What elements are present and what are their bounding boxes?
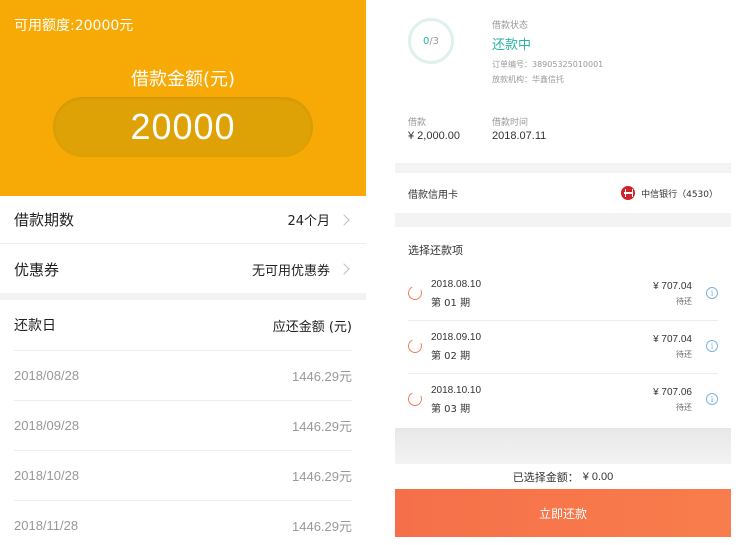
term-value: 24个月 xyxy=(287,214,330,229)
info-icon[interactable]: i xyxy=(706,393,718,405)
installment-amount: ¥ 707.04 xyxy=(653,281,692,292)
radio-icon[interactable] xyxy=(406,337,424,355)
installment-date: 2018.09.10 xyxy=(431,332,482,343)
lending-institution: 放款机构：华鑫信托 xyxy=(492,75,564,84)
loan-time-label: 借款时间 xyxy=(492,118,529,128)
chevron-right-icon xyxy=(338,263,350,275)
progress-ring: 0/3 xyxy=(408,18,454,64)
schedule-header: 还款日 应还金额 (元) xyxy=(0,300,366,350)
radio-icon[interactable] xyxy=(406,284,424,302)
installment-status: 待还 xyxy=(676,297,692,306)
bank-logo-icon xyxy=(621,186,636,200)
installment-period: 第 03 期 xyxy=(431,404,471,415)
info-icon[interactable]: i xyxy=(706,287,718,299)
divider xyxy=(395,163,731,173)
installment-date: 2018.08.10 xyxy=(431,279,482,290)
divider xyxy=(395,213,731,227)
schedule-row: 2018/10/28 1446.29元 xyxy=(14,450,352,500)
coupon-label: 优惠券 xyxy=(14,260,60,279)
amount-header: 可用额度:20000元 借款金额(元) 20000 xyxy=(0,0,366,196)
schedule-amount: 1446.29元 xyxy=(292,519,352,534)
coupon-row[interactable]: 优惠券 无可用优惠券 xyxy=(0,245,366,293)
radio-icon[interactable] xyxy=(406,390,424,408)
loan-time-value: 2018.07.11 xyxy=(492,130,547,142)
loan-time: 借款时间 2018.07.11 xyxy=(492,115,546,142)
repay-now-button[interactable]: 立即还款 xyxy=(395,489,731,537)
schedule-date: 2018/08/28 xyxy=(14,368,80,383)
installment-date: 2018.10.10 xyxy=(431,385,482,396)
installment-status: 待还 xyxy=(676,403,692,412)
credit-card-row[interactable]: 借款信用卡 中信银行 （4530） xyxy=(395,173,731,213)
installment-item[interactable]: 2018.10.10 第 03 期 ¥ 707.06 待还 i xyxy=(406,374,718,427)
amount-column-header: 应还金额 (元) xyxy=(272,319,352,335)
loan-amount-label: 借款 xyxy=(408,118,427,128)
installment-amount: ¥ 707.06 xyxy=(653,387,692,398)
chevron-right-icon xyxy=(338,213,350,226)
amount-label: 借款金额(元) xyxy=(130,69,236,90)
installment-item[interactable]: 2018.08.10 第 01 期 ¥ 707.04 待还 i xyxy=(406,268,718,321)
loan-amount-value: ¥ 2,000.00 xyxy=(408,130,460,142)
schedule-row: 2018/08/28 1446.29元 xyxy=(14,350,352,400)
progress-total: /3 xyxy=(429,35,440,47)
schedule-date: 2018/10/28 xyxy=(14,468,80,483)
coupon-value: 无可用优惠券 xyxy=(251,263,330,279)
date-column-header: 还款日 xyxy=(14,318,56,334)
divider xyxy=(0,293,366,300)
schedule-date: 2018/09/28 xyxy=(14,418,80,433)
loan-amount: 借款 ¥ 2,000.00 xyxy=(408,115,460,142)
installment-status: 待还 xyxy=(676,350,692,359)
available-quota: 可用额度:20000元 xyxy=(14,18,134,34)
status-label: 借款状态 xyxy=(492,21,529,31)
schedule-row: 2018/09/28 1446.29元 xyxy=(14,400,352,450)
selected-amount-row: 已选择金额： ¥ 0.00 xyxy=(395,464,731,489)
installment-period: 第 02 期 xyxy=(431,351,471,362)
installment-list: 2018.08.10 第 01 期 ¥ 707.04 待还 i 2018.09.… xyxy=(395,268,731,427)
term-label: 借款期数 xyxy=(14,211,75,229)
selected-amount-label: 已选择金额： xyxy=(512,470,579,484)
schedule-date: 2018/11/28 xyxy=(14,518,79,533)
credit-card-label: 借款信用卡 xyxy=(408,189,458,201)
installment-item[interactable]: 2018.09.10 第 02 期 ¥ 707.04 待还 i xyxy=(406,321,718,374)
amount-value: 20000 xyxy=(130,106,236,147)
installment-amount: ¥ 707.04 xyxy=(653,334,692,345)
schedule-amount: 1446.29元 xyxy=(292,419,352,434)
repayment-panel: 0/3 借款状态 还款中 订单编号：38905325010001 放款机构：华鑫… xyxy=(395,0,731,545)
amount-input[interactable]: 20000 xyxy=(53,97,313,157)
info-icon[interactable]: i xyxy=(706,340,718,352)
select-items-title: 选择还款项 xyxy=(408,244,463,257)
card-tail: （4530） xyxy=(677,189,718,200)
term-row[interactable]: 借款期数 24个月 xyxy=(0,196,366,244)
divider xyxy=(395,428,731,464)
order-number: 订单编号：38905325010001 xyxy=(492,60,604,69)
bank-name: 中信银行 xyxy=(641,189,678,200)
schedule-amount: 1446.29元 xyxy=(292,369,352,384)
selected-amount-value: ¥ 0.00 xyxy=(582,470,614,483)
schedule-list: 2018/08/28 1446.29元 2018/09/28 1446.29元 … xyxy=(0,350,366,545)
loan-application-panel: 可用额度:20000元 借款金额(元) 20000 借款期数 24个月 优惠券 … xyxy=(0,0,366,545)
status-value: 还款中 xyxy=(492,38,532,53)
schedule-row: 2018/11/28 1446.29元 xyxy=(14,500,352,545)
installment-period: 第 01 期 xyxy=(431,298,471,309)
schedule-amount: 1446.29元 xyxy=(292,469,352,484)
